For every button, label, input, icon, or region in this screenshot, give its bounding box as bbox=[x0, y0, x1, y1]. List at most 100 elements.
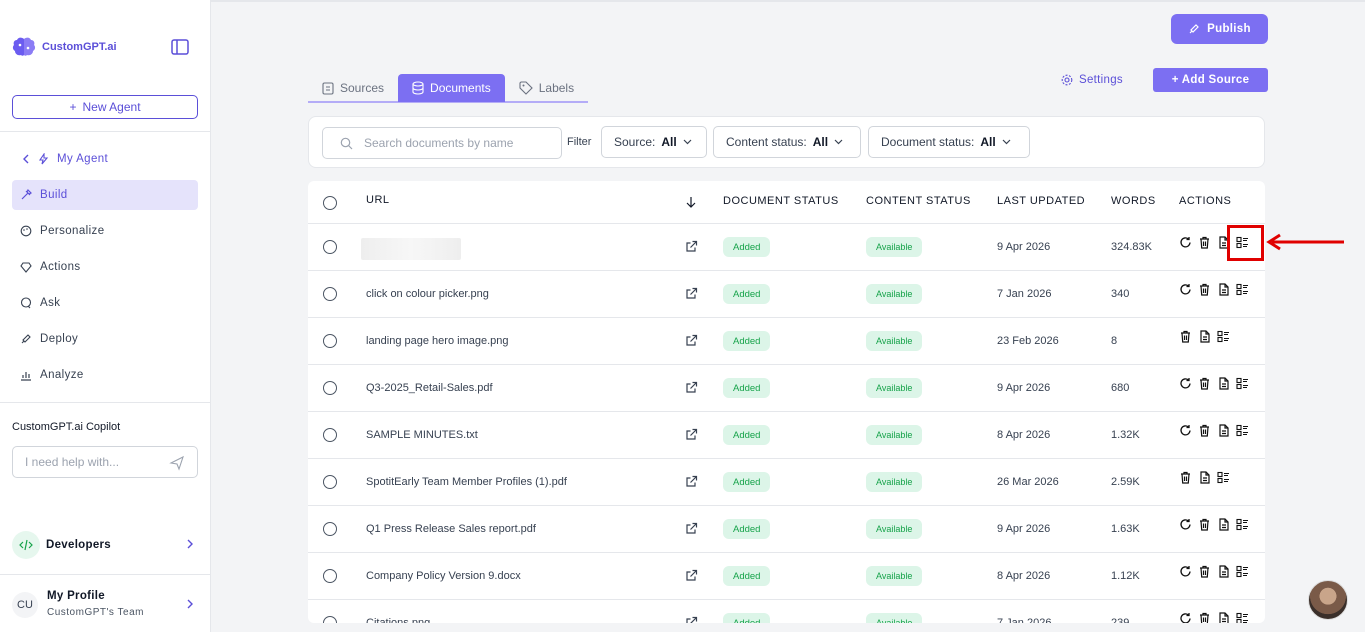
sidebar-toggle-icon[interactable] bbox=[171, 39, 189, 55]
copilot-input[interactable]: I need help with... bbox=[12, 446, 198, 478]
content-status-badge: Available bbox=[866, 237, 923, 257]
document-name[interactable]: SpotitEarly Team Member Profiles (1).pdf bbox=[366, 476, 567, 488]
external-link-icon[interactable] bbox=[685, 240, 698, 258]
col-url[interactable]: URL bbox=[366, 194, 390, 206]
table-row[interactable]: Citations.png Added Available 7 Jan 2026 239 bbox=[308, 600, 1265, 623]
refresh-icon[interactable] bbox=[1179, 283, 1192, 296]
refresh-icon[interactable] bbox=[1179, 612, 1192, 623]
details-list-icon[interactable] bbox=[1217, 471, 1230, 484]
refresh-icon[interactable] bbox=[1179, 236, 1192, 249]
table-row[interactable]: SAMPLE MINUTES.txt Added Available 8 Apr 20… bbox=[308, 412, 1265, 459]
trash-icon[interactable] bbox=[1198, 377, 1211, 390]
table-row[interactable]: Company Policy Version 9.docx Added Availa… bbox=[308, 553, 1265, 600]
row-checkbox[interactable] bbox=[323, 287, 337, 301]
file-icon[interactable] bbox=[1198, 330, 1211, 343]
document-name[interactable]: landing page hero image.png bbox=[366, 335, 509, 347]
publish-button[interactable]: Publish bbox=[1171, 14, 1268, 44]
details-list-icon[interactable] bbox=[1236, 612, 1249, 623]
sidebar-item-label: Analyze bbox=[40, 369, 84, 381]
trash-icon[interactable] bbox=[1198, 565, 1211, 578]
document-status-dropdown[interactable]: Document status: All bbox=[868, 126, 1030, 158]
row-checkbox[interactable] bbox=[323, 334, 337, 348]
table-row[interactable]: click on colour picker.png Added Available… bbox=[308, 271, 1265, 318]
sidebar-item-analyze[interactable]: Analyze bbox=[12, 360, 198, 390]
file-icon[interactable] bbox=[1198, 471, 1211, 484]
row-checkbox[interactable] bbox=[323, 569, 337, 583]
external-link-icon[interactable] bbox=[685, 569, 698, 587]
file-icon[interactable] bbox=[1217, 283, 1230, 296]
details-list-icon[interactable] bbox=[1236, 424, 1249, 437]
sort-arrow-down-icon[interactable] bbox=[686, 196, 696, 208]
file-icon[interactable] bbox=[1217, 612, 1230, 623]
row-checkbox[interactable] bbox=[323, 428, 337, 442]
search-input[interactable]: Search documents by name bbox=[322, 127, 562, 159]
sidebar-item-actions[interactable]: Actions bbox=[12, 252, 198, 282]
row-checkbox[interactable] bbox=[323, 240, 337, 254]
new-agent-button[interactable]: + New Agent bbox=[12, 95, 198, 119]
document-name[interactable]: Company Policy Version 9.docx bbox=[366, 570, 521, 582]
trash-icon[interactable] bbox=[1198, 236, 1211, 249]
row-checkbox[interactable] bbox=[323, 616, 337, 623]
refresh-icon[interactable] bbox=[1179, 377, 1192, 390]
sidebar-item-deploy[interactable]: Deploy bbox=[12, 324, 198, 354]
row-checkbox[interactable] bbox=[323, 522, 337, 536]
source-filter-dropdown[interactable]: Source: All bbox=[601, 126, 707, 158]
details-list-icon[interactable] bbox=[1236, 377, 1249, 390]
settings-button[interactable]: Settings bbox=[1061, 72, 1123, 88]
external-link-icon[interactable] bbox=[685, 522, 698, 540]
table-row[interactable]: landing page hero image.png Added Availabl… bbox=[308, 318, 1265, 365]
document-name[interactable]: Citations.png bbox=[366, 617, 430, 623]
tab-labels[interactable]: Labels bbox=[505, 74, 588, 102]
refresh-icon[interactable] bbox=[1179, 518, 1192, 531]
external-link-icon[interactable] bbox=[685, 616, 698, 623]
tab-sources[interactable]: Sources bbox=[308, 74, 398, 102]
row-checkbox[interactable] bbox=[323, 475, 337, 489]
document-name[interactable]: Q1 Press Release Sales report.pdf bbox=[366, 523, 536, 535]
send-icon[interactable] bbox=[169, 455, 185, 471]
details-list-icon[interactable] bbox=[1236, 283, 1249, 296]
table-row[interactable]: Q3-2025_Retail-Sales.pdf Added Available 9 … bbox=[308, 365, 1265, 412]
row-checkbox[interactable] bbox=[323, 381, 337, 395]
support-avatar[interactable] bbox=[1308, 580, 1348, 620]
refresh-icon[interactable] bbox=[1179, 565, 1192, 578]
content-status-dropdown[interactable]: Content status: All bbox=[713, 126, 861, 158]
table-row[interactable]: Q1 Press Release Sales report.pdf Added Av… bbox=[308, 506, 1265, 553]
external-link-icon[interactable] bbox=[685, 428, 698, 446]
sidebar-item-personalize[interactable]: Personalize bbox=[12, 216, 198, 246]
table-row[interactable]: Added Available 9 Apr 2026 324.83K bbox=[308, 224, 1265, 271]
profile-menu[interactable]: CU My Profile CustomGPT's Team bbox=[12, 590, 198, 622]
file-icon[interactable] bbox=[1217, 377, 1230, 390]
trash-icon[interactable] bbox=[1198, 283, 1211, 296]
external-link-icon[interactable] bbox=[685, 287, 698, 305]
clipboard-icon bbox=[322, 82, 334, 95]
add-source-button[interactable]: + Add Source bbox=[1153, 68, 1268, 92]
document-name[interactable]: click on colour picker.png bbox=[366, 288, 489, 300]
tab-documents[interactable]: Documents bbox=[398, 74, 505, 102]
refresh-icon[interactable] bbox=[1179, 424, 1192, 437]
file-icon[interactable] bbox=[1217, 424, 1230, 437]
trash-icon[interactable] bbox=[1179, 471, 1192, 484]
details-list-icon[interactable] bbox=[1217, 330, 1230, 343]
file-icon[interactable] bbox=[1217, 518, 1230, 531]
sidebar-item-build[interactable]: Build bbox=[12, 180, 198, 210]
external-link-icon[interactable] bbox=[685, 475, 698, 493]
details-list-icon[interactable] bbox=[1236, 565, 1249, 578]
trash-icon[interactable] bbox=[1198, 612, 1211, 623]
redacted-url bbox=[361, 238, 461, 260]
last-updated: 8 Apr 2026 bbox=[997, 429, 1051, 441]
back-to-agent[interactable]: My Agent bbox=[12, 144, 198, 174]
developers-link[interactable]: Developers bbox=[12, 530, 198, 560]
trash-icon[interactable] bbox=[1198, 518, 1211, 531]
file-icon[interactable] bbox=[1217, 565, 1230, 578]
document-name[interactable]: SAMPLE MINUTES.txt bbox=[366, 429, 478, 441]
sidebar-item-ask[interactable]: Ask bbox=[12, 288, 198, 318]
select-all-checkbox[interactable] bbox=[323, 196, 337, 210]
brand-logo[interactable]: CustomGPT.ai bbox=[12, 36, 117, 58]
external-link-icon[interactable] bbox=[685, 334, 698, 352]
table-row[interactable]: SpotitEarly Team Member Profiles (1).pdf… bbox=[308, 459, 1265, 506]
trash-icon[interactable] bbox=[1198, 424, 1211, 437]
trash-icon[interactable] bbox=[1179, 330, 1192, 343]
details-list-icon[interactable] bbox=[1236, 518, 1249, 531]
document-name[interactable]: Q3-2025_Retail-Sales.pdf bbox=[366, 382, 493, 394]
external-link-icon[interactable] bbox=[685, 381, 698, 399]
